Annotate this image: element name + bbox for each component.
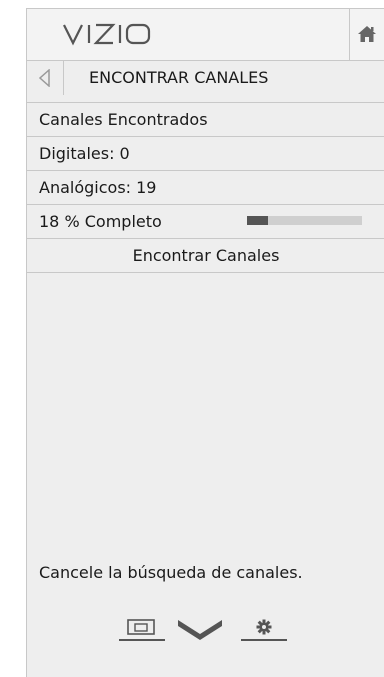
page-title: ENCONTRAR CANALES xyxy=(89,68,269,87)
progress-bar xyxy=(247,216,362,225)
channels-found-header: Canales Encontrados xyxy=(27,102,384,136)
settings-gear-icon xyxy=(241,619,287,641)
find-channels-label: Encontrar Canales xyxy=(132,246,280,265)
analog-count: Analógicos: 19 xyxy=(39,178,157,197)
vizio-logo-mark xyxy=(63,23,151,46)
digital-count-row: Digitales: 0 xyxy=(27,136,384,170)
title-bar: ENCONTRAR CANALES xyxy=(27,60,384,95)
channels-found-label: Canales Encontrados xyxy=(39,110,208,129)
progress-row: 18 % Completo xyxy=(27,204,384,238)
analog-count-row: Analógicos: 19 xyxy=(27,170,384,204)
home-icon xyxy=(358,26,376,42)
digital-count: Digitales: 0 xyxy=(39,144,130,163)
header xyxy=(27,9,384,60)
bottom-nav xyxy=(27,611,384,651)
find-channels-button[interactable]: Encontrar Canales xyxy=(27,238,384,273)
settings-button[interactable] xyxy=(239,617,289,647)
help-text: Cancele la búsqueda de canales. xyxy=(39,563,303,582)
settings-panel: ENCONTRAR CANALES Canales Encontrados Di… xyxy=(26,8,384,677)
progress-bar-fill xyxy=(247,216,268,225)
back-button[interactable] xyxy=(27,61,64,95)
home-button[interactable] xyxy=(349,9,384,60)
picture-input-button[interactable] xyxy=(117,617,167,647)
back-arrow-icon xyxy=(39,69,50,87)
vizio-chevron-icon xyxy=(178,620,222,640)
vizio-menu-button[interactable] xyxy=(175,617,225,647)
picture-input-icon xyxy=(119,619,165,641)
vizio-logo xyxy=(63,22,155,50)
progress-text: 18 % Completo xyxy=(39,212,162,231)
